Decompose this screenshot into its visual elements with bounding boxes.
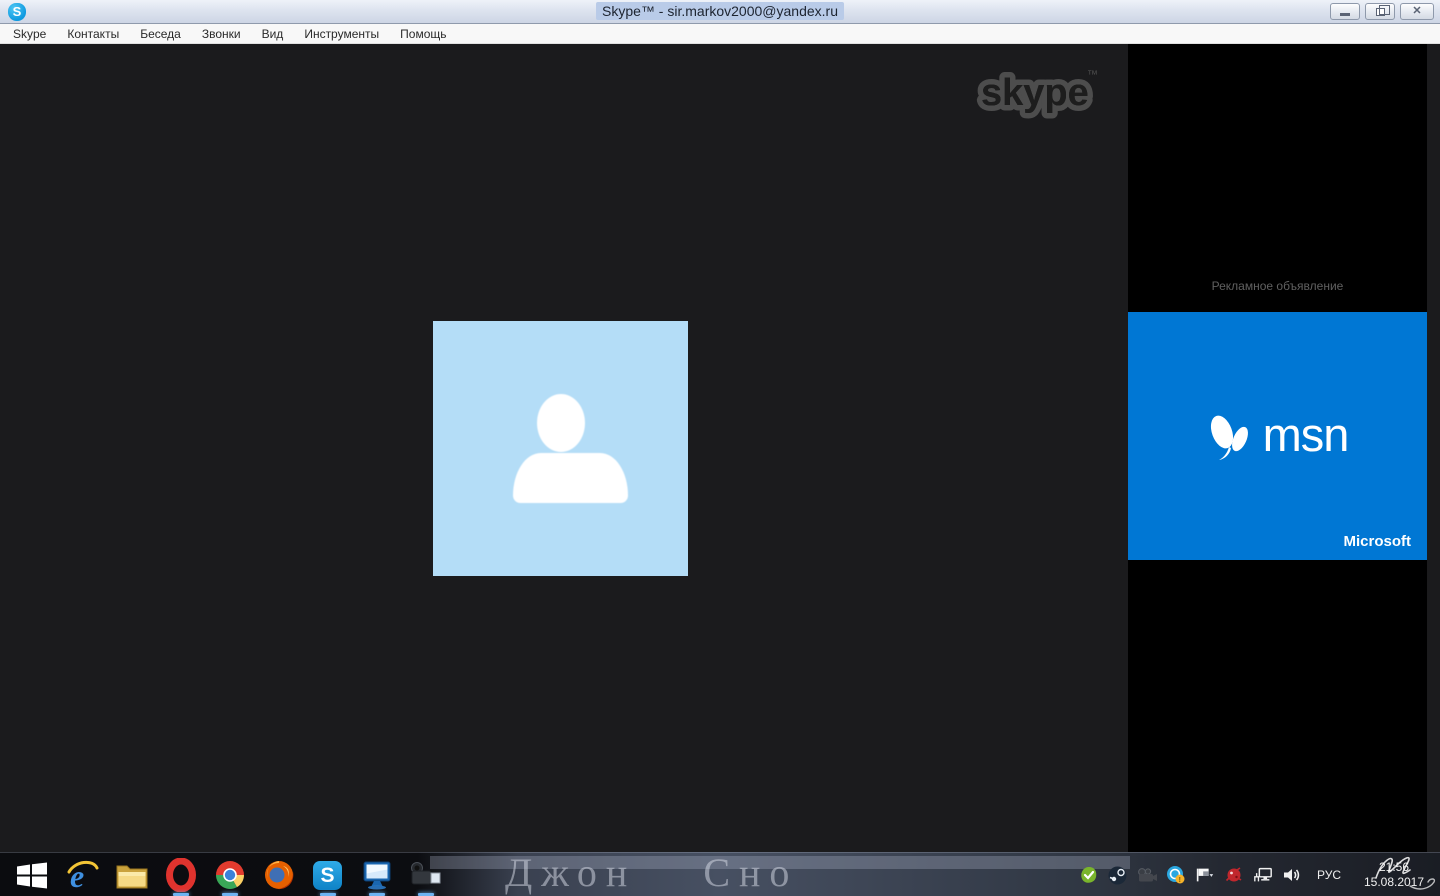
minimize-icon xyxy=(1340,13,1350,16)
taskbar-icon-skype[interactable]: S xyxy=(303,853,352,896)
taskbar-icon-chrome[interactable] xyxy=(205,853,254,896)
window-title: Skype™ - sir.markov2000@yandex.ru xyxy=(596,2,844,20)
menu-bar: Skype Контакты Беседа Звонки Вид Инструм… xyxy=(0,24,1440,44)
camcorder-tray-icon[interactable] xyxy=(1137,865,1157,885)
taskbar-clock[interactable]: 21:56 15.08.2017 xyxy=(1354,860,1434,890)
windows-logo-icon xyxy=(16,862,48,889)
close-icon: ✕ xyxy=(1412,6,1421,17)
skype-icon: S xyxy=(313,861,342,890)
firefox-icon xyxy=(263,859,295,891)
title-bar[interactable]: S Skype™ - sir.markov2000@yandex.ru ✕ xyxy=(0,0,1440,24)
wallpaper-text: Джон Сно xyxy=(505,852,798,896)
taskbar-icon-display[interactable] xyxy=(352,853,401,896)
system-tray: ! xyxy=(1079,853,1440,896)
window-controls: ✕ xyxy=(1330,3,1434,20)
steam-icon[interactable] xyxy=(1108,865,1128,885)
avatar[interactable] xyxy=(433,321,688,576)
msn-logo-text: msn xyxy=(1263,407,1349,462)
avatar-person-head-icon xyxy=(537,394,585,452)
menu-conversation[interactable]: Беседа xyxy=(140,27,181,41)
taskbar-icon-internet-explorer[interactable]: e xyxy=(58,853,107,896)
skype-watermark-logo: skype skype ™ xyxy=(973,60,1103,122)
action-center-flag-icon[interactable] xyxy=(1195,865,1215,885)
red-bug-icon[interactable] xyxy=(1224,865,1244,885)
language-indicator[interactable]: РУС xyxy=(1317,868,1341,882)
restore-button[interactable] xyxy=(1365,3,1395,20)
green-check-icon[interactable] xyxy=(1079,865,1099,885)
msn-ad-banner[interactable]: msn Microsoft xyxy=(1128,312,1427,560)
desktop-screen: S Skype™ - sir.markov2000@yandex.ru ✕ Sk… xyxy=(0,0,1440,896)
taskbar-icon-camcorder[interactable] xyxy=(401,853,450,896)
clock-time: 21:56 xyxy=(1354,860,1434,875)
internet-explorer-icon: e xyxy=(66,858,100,892)
menu-skype[interactable]: Skype xyxy=(13,27,46,41)
msn-butterfly-icon xyxy=(1207,410,1253,462)
network-icon[interactable] xyxy=(1253,865,1273,885)
ad-label: Рекламное объявление xyxy=(1128,279,1427,293)
chrome-icon xyxy=(214,859,246,891)
avatar-person-body-icon xyxy=(513,453,628,503)
svg-text:™: ™ xyxy=(1087,69,1098,81)
taskbar-icon-firefox[interactable] xyxy=(254,853,303,896)
menu-calls[interactable]: Звонки xyxy=(202,27,241,41)
menu-view[interactable]: Вид xyxy=(262,27,284,41)
taskbar-icon-opera[interactable] xyxy=(156,853,205,896)
taskbar-icon-file-explorer[interactable] xyxy=(107,853,156,896)
microsoft-label: Microsoft xyxy=(1344,533,1412,550)
svg-text:!: ! xyxy=(1179,877,1181,884)
camcorder-icon xyxy=(409,860,443,890)
display-monitor-icon xyxy=(360,859,394,891)
skype-main-area: skype skype ™ Рекламное объявление msn xyxy=(0,44,1440,852)
skype-app-icon: S xyxy=(8,3,26,21)
blue-orange-badge-icon[interactable]: ! xyxy=(1166,865,1186,885)
restore-icon xyxy=(1376,8,1385,16)
taskbar: Джон Сно e xyxy=(0,852,1440,896)
minimize-button[interactable] xyxy=(1330,3,1360,20)
close-button[interactable]: ✕ xyxy=(1400,3,1434,20)
menu-tools[interactable]: Инструменты xyxy=(304,27,379,41)
clock-date: 15.08.2017 xyxy=(1354,875,1434,890)
volume-icon[interactable] xyxy=(1282,865,1302,885)
menu-help[interactable]: Помощь xyxy=(400,27,446,41)
opera-icon xyxy=(165,858,197,892)
ad-panel: Рекламное объявление msn Microsoft xyxy=(1128,44,1427,852)
start-button[interactable] xyxy=(6,853,58,896)
menu-contacts[interactable]: Контакты xyxy=(67,27,119,41)
svg-text:skype: skype xyxy=(981,72,1089,114)
taskbar-apps: e xyxy=(58,853,450,896)
file-explorer-icon xyxy=(115,860,149,890)
